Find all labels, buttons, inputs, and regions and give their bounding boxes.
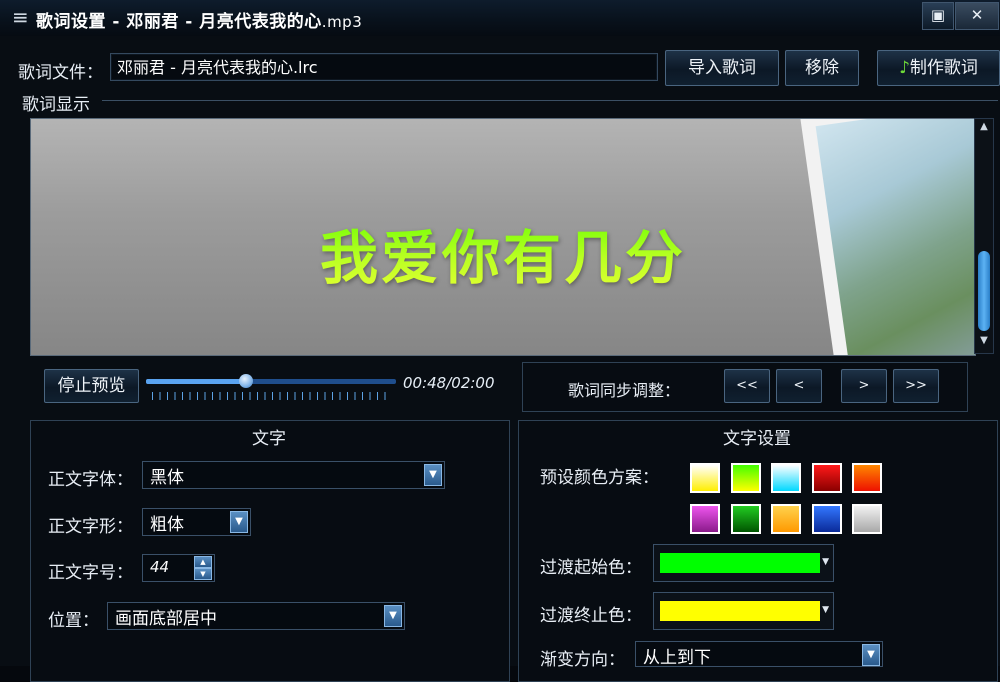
color-preset-swatch[interactable] bbox=[690, 504, 720, 534]
end-color-select[interactable]: ▼ bbox=[653, 592, 834, 630]
preset-colors-label: 预设颜色方案： bbox=[540, 468, 659, 488]
lyric-line: 我爱你有几分 bbox=[31, 211, 975, 295]
lyric-preview: 我爱你有几分 bbox=[30, 118, 976, 356]
chevron-down-icon[interactable]: ▼ bbox=[384, 605, 402, 627]
font-label: 正文字体： bbox=[48, 470, 133, 490]
remove-button[interactable]: 移除 bbox=[785, 50, 859, 86]
color-preset-swatch[interactable] bbox=[690, 463, 720, 493]
direction-label: 渐变方向： bbox=[540, 650, 625, 670]
playback-time: 00:48/02:00 bbox=[403, 374, 495, 392]
sync-back-button[interactable]: < bbox=[776, 369, 822, 403]
direction-select[interactable]: 从上到下 ▼ bbox=[635, 641, 883, 668]
style-select[interactable]: 粗体 ▼ bbox=[142, 508, 251, 536]
lyric-file-label: 歌词文件： bbox=[18, 63, 103, 83]
preview-scrollbar[interactable]: ▲ ▼ bbox=[974, 118, 994, 354]
end-color-preview bbox=[660, 601, 820, 621]
sync-back-fast-button[interactable]: << bbox=[724, 369, 770, 403]
start-color-select[interactable]: ▼ bbox=[653, 544, 834, 582]
size-stepper[interactable]: 44 ▲ ▼ bbox=[142, 554, 215, 582]
position-label: 位置： bbox=[48, 611, 99, 631]
progress-ticks bbox=[152, 392, 388, 400]
make-lyrics-label: 制作歌词 bbox=[909, 58, 978, 78]
scroll-down-icon[interactable]: ▼ bbox=[978, 335, 990, 349]
start-color-preview bbox=[660, 553, 820, 573]
close-icon[interactable]: ✕ bbox=[955, 2, 999, 30]
color-preset-swatch[interactable] bbox=[852, 463, 882, 493]
stop-preview-button[interactable]: 停止预览 bbox=[44, 369, 139, 403]
end-color-label: 过渡终止色： bbox=[540, 606, 642, 626]
chevron-down-icon[interactable]: ▼ bbox=[424, 464, 442, 486]
progress-knob[interactable] bbox=[239, 374, 253, 388]
lyric-file-field[interactable]: 邓丽君 - 月亮代表我的心.lrc bbox=[110, 53, 658, 81]
decrement-icon[interactable]: ▼ bbox=[194, 568, 212, 580]
increment-icon[interactable]: ▲ bbox=[194, 556, 212, 568]
sync-adjust-label: 歌词同步调整： bbox=[568, 381, 681, 400]
chevron-down-icon[interactable]: ▼ bbox=[862, 644, 880, 666]
font-select[interactable]: 黑体 ▼ bbox=[142, 461, 445, 489]
sync-forward-fast-button[interactable]: >> bbox=[893, 369, 939, 403]
chevron-down-icon[interactable]: ▼ bbox=[822, 605, 829, 615]
sync-forward-button[interactable]: > bbox=[841, 369, 887, 403]
color-preset-swatch[interactable] bbox=[730, 463, 761, 493]
scroll-up-icon[interactable]: ▲ bbox=[978, 121, 990, 135]
import-lyrics-button[interactable]: 导入歌词 bbox=[665, 50, 779, 86]
music-note-icon: ♪ bbox=[899, 58, 910, 78]
text-panel bbox=[30, 420, 510, 682]
scroll-thumb[interactable] bbox=[978, 251, 990, 331]
size-label: 正文字号： bbox=[48, 563, 133, 583]
position-select[interactable]: 画面底部居中 ▼ bbox=[107, 602, 405, 630]
start-color-label: 过渡起始色： bbox=[540, 558, 642, 578]
window-title: 歌词设置 - 邓丽君 - 月亮代表我的心.mp3 bbox=[36, 12, 363, 32]
color-preset-swatch[interactable] bbox=[771, 463, 801, 493]
lyric-display-group-label: 歌词显示 bbox=[22, 95, 90, 115]
color-preset-swatch[interactable] bbox=[771, 504, 801, 534]
text-settings-title: 文字设置 bbox=[723, 429, 791, 449]
chevron-down-icon[interactable]: ▼ bbox=[230, 511, 248, 533]
menu-icon[interactable]: ≡ bbox=[12, 5, 29, 29]
color-preset-swatch[interactable] bbox=[811, 504, 842, 534]
text-panel-title: 文字 bbox=[252, 429, 286, 449]
chevron-down-icon[interactable]: ▼ bbox=[822, 557, 829, 567]
progress-slider[interactable] bbox=[146, 374, 396, 388]
color-preset-swatch[interactable] bbox=[811, 463, 842, 493]
maximize-icon[interactable]: ▣ bbox=[922, 2, 954, 30]
progress-fill bbox=[146, 379, 246, 384]
group-divider bbox=[102, 100, 998, 101]
style-label: 正文字形： bbox=[48, 517, 133, 537]
color-preset-swatch[interactable] bbox=[730, 504, 761, 534]
make-lyrics-button[interactable]: ♪制作歌词 bbox=[877, 50, 1000, 86]
color-preset-swatch[interactable] bbox=[852, 504, 882, 534]
